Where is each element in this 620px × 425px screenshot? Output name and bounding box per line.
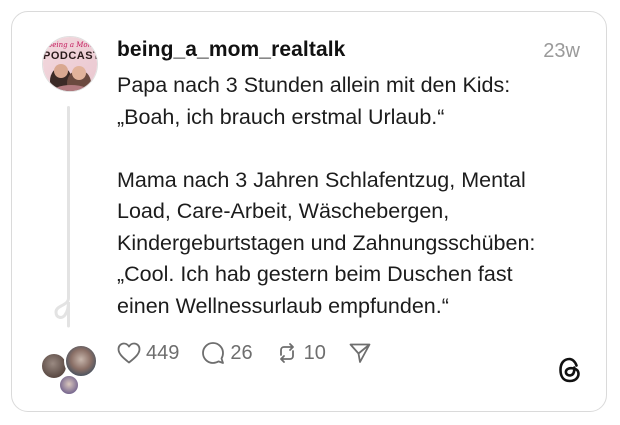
like-button[interactable]: 449 [117,342,179,365]
threads-logo-icon[interactable] [557,356,583,384]
send-icon [349,343,371,363]
comment-count: 26 [230,341,253,364]
profile-avatar[interactable]: being a Mom PODCAST [42,36,98,92]
reply-avatars[interactable] [36,342,106,402]
text-line: Mama nach 3 Jahren Schlafentzug, Mental [117,167,526,192]
avatar-script-text: being a Mom [47,41,95,49]
reply-avatar [64,344,98,378]
thread-line [67,106,70,298]
username[interactable]: being_a_mom_realtalk [117,38,345,62]
share-button[interactable] [348,341,377,365]
heart-icon [117,342,141,364]
post-timestamp: 23w [543,40,580,62]
thread-loop-icon [54,288,70,328]
text-line: Kindergeburtstagen und Zahnungsschüben: [117,230,536,255]
comment-bubble-icon [202,342,225,364]
action-bar: 449 26 10 [117,339,399,367]
repost-icon [279,343,294,363]
repost-count: 10 [303,341,326,364]
avatar-podcast-text: PODCAST [43,50,98,62]
reply-avatar [58,374,80,396]
repost-button[interactable]: 10 [275,341,326,365]
text-line: Load, Care-Arbeit, Wäschebergen, [117,199,450,223]
text-line: Papa nach 3 Stunden allein mit den Kids: [117,73,511,97]
like-count: 449 [146,341,180,364]
comment-button[interactable]: 26 [201,341,253,365]
post-text: Papa nach 3 Stunden allein mit den Kids:… [117,70,587,322]
text-line: „Cool. Ich hab gestern beim Duschen fast [117,262,513,286]
text-line: „Boah, ich brauch erstmal Urlaub.“ [117,104,445,129]
text-line: einen Wellnessurlaub empfunden.“ [117,293,449,318]
